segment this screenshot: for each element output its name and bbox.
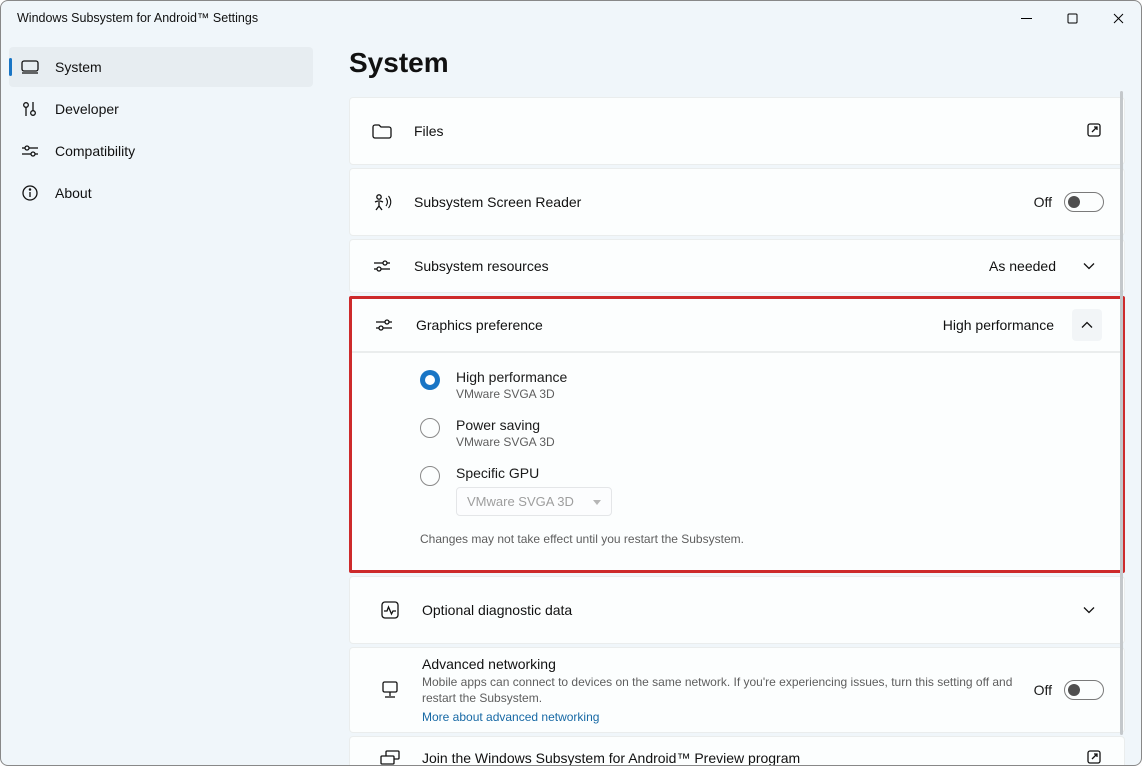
radio-input[interactable] xyxy=(420,418,440,438)
sliders-icon xyxy=(21,142,39,160)
sidebar-item-developer[interactable]: Developer xyxy=(9,89,313,129)
titlebar: Windows Subsystem for Android™ Settings xyxy=(1,1,1141,35)
sliders-icon xyxy=(372,256,392,276)
networking-toggle-label: Off xyxy=(1034,682,1052,698)
files-card[interactable]: Files xyxy=(349,97,1125,165)
accessibility-icon xyxy=(372,192,392,212)
screen-reader-label: Subsystem Screen Reader xyxy=(414,194,1034,210)
networking-toggle[interactable] xyxy=(1064,680,1104,700)
graphics-value: High performance xyxy=(943,317,1054,333)
maximize-button[interactable] xyxy=(1049,1,1095,35)
sidebar-item-label: Developer xyxy=(55,101,119,117)
info-icon xyxy=(21,184,39,202)
resources-card[interactable]: Subsystem resources As needed xyxy=(349,239,1125,293)
radio-label: Specific GPU xyxy=(456,465,612,481)
sidebar-item-compatibility[interactable]: Compatibility xyxy=(9,131,313,171)
gpu-dropdown[interactable]: VMware SVGA 3D xyxy=(456,487,612,516)
networking-card[interactable]: Advanced networking Mobile apps can conn… xyxy=(349,647,1125,733)
preview-label: Join the Windows Subsystem for Android™ … xyxy=(422,750,1086,765)
open-external-icon xyxy=(1086,749,1104,765)
app-window: Windows Subsystem for Android™ Settings … xyxy=(0,0,1142,766)
radio-sublabel: VMware SVGA 3D xyxy=(456,387,567,401)
graphics-note: Changes may not take effect until you re… xyxy=(420,522,1102,556)
sidebar-item-label: About xyxy=(55,185,92,201)
monitor-icon xyxy=(21,58,39,76)
radio-label: Power saving xyxy=(456,417,555,433)
graphics-header-row[interactable]: Graphics preference High performance xyxy=(352,299,1122,351)
graphics-card: Graphics preference High performance xyxy=(352,299,1122,352)
screen-reader-toggle-label: Off xyxy=(1034,194,1052,210)
sidebar-item-label: Compatibility xyxy=(55,143,135,159)
scrollbar[interactable] xyxy=(1120,91,1123,735)
diagnostic-expand-button[interactable] xyxy=(1074,594,1104,626)
sliders-icon xyxy=(374,315,394,335)
resources-expand-button[interactable] xyxy=(1074,250,1104,282)
graphics-highlight: Graphics preference High performance Hig… xyxy=(349,296,1125,573)
tools-icon xyxy=(21,100,39,118)
radio-input[interactable] xyxy=(420,466,440,486)
open-external-icon xyxy=(1086,122,1104,140)
minimize-button[interactable] xyxy=(1003,1,1049,35)
radio-input[interactable] xyxy=(420,370,440,390)
sidebar-item-system[interactable]: System xyxy=(9,47,313,87)
networking-label: Advanced networking xyxy=(422,656,1034,672)
sidebar: System Developer Compatibility About xyxy=(1,35,319,765)
resources-value: As needed xyxy=(989,258,1056,274)
graphics-options: High performance VMware SVGA 3D Power sa… xyxy=(352,352,1122,570)
heartbeat-icon xyxy=(380,600,400,620)
graphics-label: Graphics preference xyxy=(416,317,943,333)
radio-specific-gpu[interactable]: Specific GPU VMware SVGA 3D xyxy=(420,455,1102,522)
radio-sublabel: VMware SVGA 3D xyxy=(456,435,555,449)
sidebar-item-about[interactable]: About xyxy=(9,173,313,213)
network-icon xyxy=(380,680,400,700)
window-controls xyxy=(1003,1,1141,35)
radio-power-saving[interactable]: Power saving VMware SVGA 3D xyxy=(420,407,1102,455)
resources-label: Subsystem resources xyxy=(414,258,989,274)
window-title: Windows Subsystem for Android™ Settings xyxy=(17,11,258,25)
networking-sublabel: Mobile apps can connect to devices on th… xyxy=(422,674,1034,706)
files-label: Files xyxy=(414,123,1086,139)
diagnostic-card[interactable]: Optional diagnostic data xyxy=(349,576,1125,644)
diagnostic-label: Optional diagnostic data xyxy=(422,602,1074,618)
preview-icon xyxy=(380,748,400,765)
page-title: System xyxy=(349,47,1125,79)
screen-reader-card[interactable]: Subsystem Screen Reader Off xyxy=(349,168,1125,236)
close-button[interactable] xyxy=(1095,1,1141,35)
screen-reader-toggle[interactable] xyxy=(1064,192,1104,212)
radio-high-performance[interactable]: High performance VMware SVGA 3D xyxy=(420,359,1102,407)
main-content[interactable]: System Files xyxy=(319,35,1141,765)
folder-icon xyxy=(372,121,392,141)
sidebar-item-label: System xyxy=(55,59,102,75)
radio-label: High performance xyxy=(456,369,567,385)
preview-card[interactable]: Join the Windows Subsystem for Android™ … xyxy=(349,736,1125,765)
graphics-collapse-button[interactable] xyxy=(1072,309,1102,341)
networking-more-link[interactable]: More about advanced networking xyxy=(422,710,1034,724)
